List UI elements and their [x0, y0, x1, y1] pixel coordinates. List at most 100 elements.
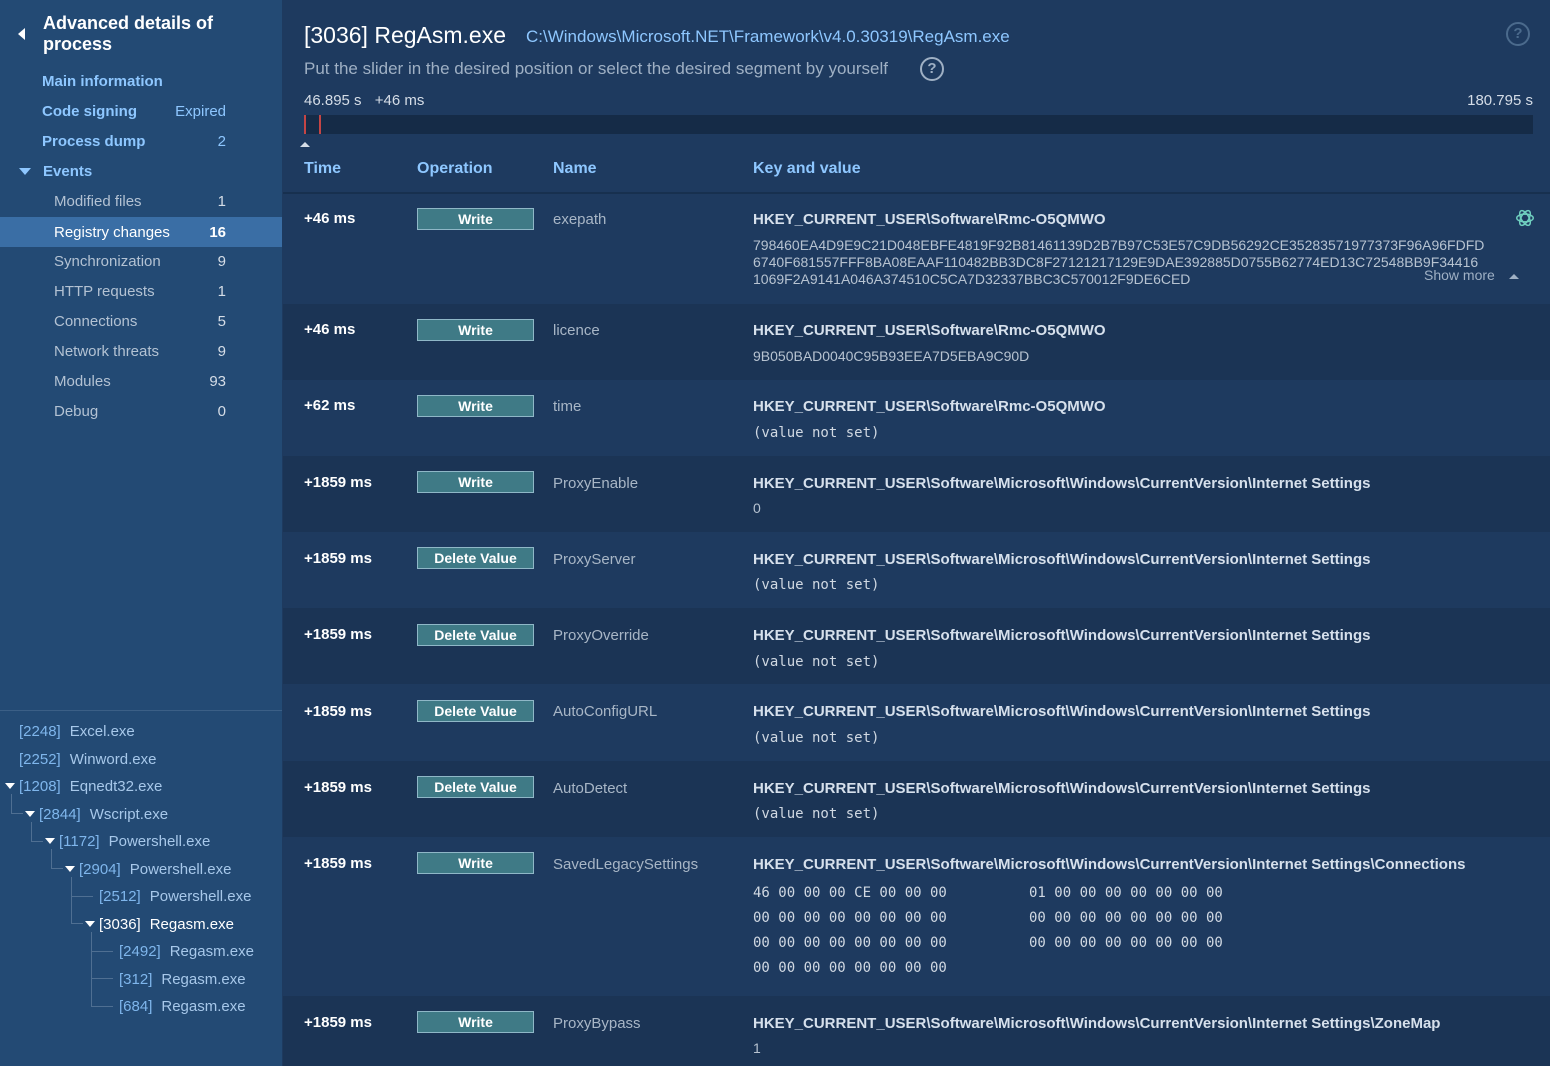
table-row[interactable]: +1859 ms Write SavedLegacySettings HKEY_…: [283, 837, 1550, 996]
sidebar-item-modified-files[interactable]: Modified files 1: [0, 186, 282, 216]
sidebar-item-synchronization[interactable]: Synchronization 9: [0, 246, 282, 276]
timeline-range-start-marker[interactable]: [304, 115, 306, 134]
slider-handle-icon[interactable]: [300, 142, 310, 147]
tree-process-item-selected[interactable]: [3036] Regasm.exe: [99, 913, 234, 935]
table-row[interactable]: +1859 ms Delete Value ProxyServer HKEY_C…: [283, 532, 1550, 608]
sidebar-item-connections[interactable]: Connections 5: [0, 306, 282, 336]
tree-connector: [11, 794, 12, 814]
process-name: Powershell.exe: [149, 887, 252, 905]
registry-key: HKEY_CURRENT_USER\Software\Microsoft\Win…: [753, 475, 1371, 492]
table-row[interactable]: +62 ms Write time HKEY_CURRENT_USER\Soft…: [283, 380, 1550, 456]
hex-value-line: 01 00 00 00 00 00 00 00: [1029, 885, 1223, 901]
process-pid: [312]: [119, 970, 153, 988]
registry-value: (value not set): [753, 425, 880, 441]
registry-key: HKEY_CURRENT_USER\Software\Microsoft\Win…: [753, 627, 1371, 644]
show-more-link[interactable]: Show more: [1424, 267, 1495, 283]
tree-expand-icon[interactable]: [5, 783, 15, 789]
tree-process-item[interactable]: [1208] Eqnedt32.exe: [19, 775, 162, 797]
operation-badge: Delete Value: [417, 547, 534, 569]
help-icon[interactable]: ?: [920, 57, 944, 81]
event-time: +46 ms: [304, 210, 356, 227]
tree-process-item[interactable]: [312] Regasm.exe: [119, 968, 246, 990]
table-row[interactable]: +1859 ms Write ProxyBypass HKEY_CURRENT_…: [283, 996, 1550, 1066]
value-name: SavedLegacySettings: [553, 856, 699, 873]
help-icon[interactable]: ?: [1506, 22, 1530, 46]
timeline-slider[interactable]: [304, 115, 1533, 134]
sidebar-item-count: 9: [217, 252, 226, 270]
sidebar-item-network-threats[interactable]: Network threats 9: [0, 336, 282, 366]
sidebar-item-code-signing[interactable]: Code signing Expired: [0, 96, 282, 126]
process-pid: [1172]: [59, 832, 100, 850]
event-time: +1859 ms: [304, 626, 372, 643]
ai-assistant-icon[interactable]: [1514, 207, 1536, 229]
table-row[interactable]: +46 ms Write exepath HKEY_CURRENT_USER\S…: [283, 194, 1550, 304]
chevron-up-icon[interactable]: [1509, 274, 1519, 279]
sidebar-item-debug[interactable]: Debug 0: [0, 396, 282, 426]
sidebar-item-count: 1: [217, 192, 226, 210]
tree-expand-icon[interactable]: [45, 838, 55, 844]
table-row[interactable]: +46 ms Write licence HKEY_CURRENT_USER\S…: [283, 304, 1550, 380]
tree-expand-icon[interactable]: [85, 921, 95, 927]
timeline-start-label: 46.895 s +46 ms: [304, 92, 424, 109]
hex-value-line: 00 00 00 00 00 00 00 00: [753, 935, 947, 951]
registry-key: HKEY_CURRENT_USER\Software\Microsoft\Win…: [753, 780, 1371, 797]
registry-key: HKEY_CURRENT_USER\Software\Microsoft\Win…: [753, 703, 1371, 720]
process-pid: [684]: [119, 997, 153, 1015]
tree-process-item[interactable]: [2252] Winword.exe: [19, 748, 156, 770]
registry-key: HKEY_CURRENT_USER\Software\Rmc-O5QMWO: [753, 322, 1106, 339]
timeline-range-end-marker[interactable]: [319, 115, 321, 134]
operation-badge: Delete Value: [417, 776, 534, 798]
registry-key: HKEY_CURRENT_USER\Software\Microsoft\Win…: [753, 551, 1371, 568]
table-row[interactable]: +1859 ms Delete Value AutoConfigURL HKEY…: [283, 684, 1550, 761]
chevron-left-icon: [18, 28, 25, 40]
hex-value-line: 00 00 00 00 00 00 00 00: [1029, 935, 1223, 951]
tree-process-item[interactable]: [2904] Powershell.exe: [79, 858, 231, 880]
process-name: Regasm.exe: [161, 970, 246, 988]
tree-process-item[interactable]: [2512] Powershell.exe: [99, 885, 251, 907]
process-pid: [2248]: [19, 722, 61, 740]
table-row[interactable]: +1859 ms Write ProxyEnable HKEY_CURRENT_…: [283, 456, 1550, 532]
column-header-time[interactable]: Time: [304, 160, 341, 178]
back-button[interactable]: Advanced details of process: [14, 13, 282, 54]
table-row[interactable]: +1859 ms Delete Value ProxyOverride HKEY…: [283, 608, 1550, 684]
sidebar-item-registry-changes[interactable]: Registry changes 16: [0, 217, 282, 247]
sidebar-item-modules[interactable]: Modules 93: [0, 366, 282, 396]
event-time: +1859 ms: [304, 550, 372, 567]
tree-process-item[interactable]: [684] Regasm.exe: [119, 995, 246, 1017]
table-row[interactable]: +1859 ms Delete Value AutoDetect HKEY_CU…: [283, 761, 1550, 837]
timeline-offset: +46 ms: [374, 92, 425, 109]
sidebar-item-label: Network threats: [54, 342, 160, 360]
sidebar-item-label: Debug: [54, 402, 99, 420]
column-header-key-value[interactable]: Key and value: [753, 160, 861, 178]
tree-process-item[interactable]: [2248] Excel.exe: [19, 720, 135, 742]
tree-process-item[interactable]: [1172] Powershell.exe: [59, 830, 210, 852]
tree-connector: [91, 978, 113, 979]
column-header-name[interactable]: Name: [553, 160, 597, 178]
sidebar-item-label: Modules: [54, 372, 111, 390]
operation-badge: Write: [417, 1011, 534, 1033]
sidebar-item-label: Registry changes: [54, 223, 170, 241]
tree-connector: [31, 822, 32, 842]
tree-process-item[interactable]: [2844] Wscript.exe: [39, 803, 168, 825]
registry-key: HKEY_CURRENT_USER\Software\Microsoft\Win…: [753, 1015, 1441, 1032]
event-time: +1859 ms: [304, 855, 372, 872]
tree-connector: [91, 1006, 113, 1007]
sidebar-item-http-requests[interactable]: HTTP requests 1: [0, 276, 282, 306]
process-name: Wscript.exe: [89, 805, 169, 823]
sidebar-item-events[interactable]: Events: [0, 156, 282, 186]
chevron-down-icon[interactable]: [19, 168, 31, 175]
column-header-operation[interactable]: Operation: [417, 160, 493, 178]
tree-expand-icon[interactable]: [65, 866, 75, 872]
sidebar-item-process-dump[interactable]: Process dump 2: [0, 126, 282, 156]
sidebar-item-main-information[interactable]: Main information: [0, 66, 282, 96]
divider: [0, 710, 282, 711]
process-name: Powershell.exe: [108, 832, 211, 850]
registry-key: HKEY_CURRENT_USER\Software\Microsoft\Win…: [753, 856, 1466, 873]
tree-expand-icon[interactable]: [25, 811, 35, 817]
timeline-start-time: 46.895 s: [304, 92, 362, 109]
process-pid: [3036]: [99, 915, 141, 933]
process-name: Regasm.exe: [169, 942, 254, 960]
registry-value: (value not set): [753, 577, 880, 593]
tree-process-item[interactable]: [2492] Regasm.exe: [119, 940, 254, 962]
registry-value: 9B050BAD0040C95B93EEA7D5EBA9C90D: [753, 348, 1030, 364]
